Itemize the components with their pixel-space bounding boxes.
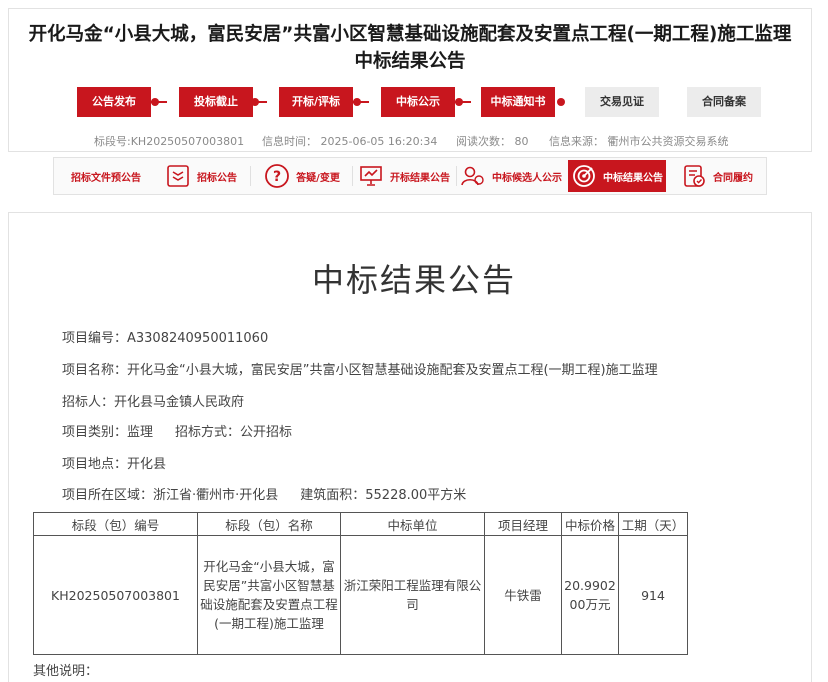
header-card: 开化马金“小县大城，富民安居”共富小区智慧基础设施配套及安置点工程(一期工程)施… — [8, 8, 812, 152]
tab-tender-preview[interactable]: 招标文件预公告 — [58, 158, 154, 194]
tab-divider — [456, 166, 457, 186]
column-header: 项目经理 — [484, 512, 562, 536]
cell-manager: 牛铁雷 — [484, 535, 562, 655]
info-source: 信息来源： 衢州市公共资源交易系统 — [549, 135, 729, 148]
tab-divider — [250, 166, 251, 186]
page-title: 开化马金“小县大城，富民安居”共富小区智慧基础设施配套及安置点工程(一期工程)施… — [9, 21, 811, 75]
table-row: KH20250507003801 开化马金“小县大城，富民安居”共富小区智慧基础… — [33, 535, 688, 655]
page-title-line1: 开化马金“小县大城，富民安居”共富小区智慧基础设施配套及安置点工程(一期工程)施… — [28, 24, 792, 45]
step-award-publicity[interactable]: 中标公示 — [381, 87, 455, 117]
tender-method: 招标方式：公开招标 — [175, 425, 293, 440]
step-award-notice[interactable]: 中标通知书 — [481, 87, 555, 117]
page-title-line2: 中标结果公告 — [354, 51, 466, 72]
step-dot — [455, 98, 463, 106]
view-count: 阅读次数： 80 — [456, 135, 529, 148]
building-area: 建筑面积：55228.00平方米 — [300, 488, 467, 503]
question-icon: ? — [264, 163, 290, 189]
cell-duration: 914 — [618, 535, 688, 655]
table-header-row: 标段（包）编号 标段（包）名称 中标单位 项目经理 中标价格 工期（天） — [33, 512, 688, 536]
tab-contract-performance[interactable]: 合同履约 — [670, 158, 764, 194]
svg-text:?: ? — [273, 169, 281, 185]
target-icon — [571, 163, 597, 189]
column-header: 标段（包）名称 — [197, 512, 341, 536]
step-contract-filing[interactable]: 合同备案 — [687, 87, 761, 117]
tab-label: 合同履约 — [713, 172, 753, 184]
column-header: 中标单位 — [340, 512, 485, 536]
tab-label: 招标公告 — [197, 172, 237, 184]
step-transaction-witness[interactable]: 交易见证 — [585, 87, 659, 117]
step-dot — [151, 98, 159, 106]
cell-price: 20.990200万元 — [561, 535, 619, 655]
step-announcement[interactable]: 公告发布 — [77, 87, 151, 117]
cell-section-number: KH20250507003801 — [33, 535, 198, 655]
step-dot — [557, 98, 565, 106]
candidate-icon — [460, 163, 486, 189]
award-result-table: 标段（包）编号 标段（包）名称 中标单位 项目经理 中标价格 工期（天） KH2… — [33, 512, 688, 655]
tab-divider — [352, 166, 353, 186]
document-title: 中标结果公告 — [311, 261, 516, 299]
tab-label: 中标结果公告 — [603, 172, 663, 184]
tab-tender-notice[interactable]: 招标公告 — [154, 158, 248, 194]
column-header: 标段（包）编号 — [33, 512, 198, 536]
project-category: 项目类别：监理 — [62, 425, 154, 440]
section-number: 标段号:KH20250507003801 — [94, 135, 245, 148]
project-category-row: 项目类别：监理 招标方式：公开招标 — [62, 424, 292, 442]
tab-award-result[interactable]: 中标结果公告 — [568, 160, 666, 192]
presentation-icon — [358, 163, 384, 189]
other-notes: 其他说明： — [33, 664, 99, 679]
project-name: 项目名称：开化马金“小县大城，富民安居”共富小区智慧基础设施配套及安置点工程(一… — [62, 363, 658, 378]
tab-candidate-publicity[interactable]: 中标候选人公示 — [458, 158, 564, 194]
project-region: 项目所在区域：浙江省·衢州市·开化县 — [62, 488, 279, 503]
step-dot — [353, 98, 361, 106]
tab-opening-result[interactable]: 开标结果公告 — [354, 158, 454, 194]
tab-label: 招标文件预公告 — [71, 172, 141, 184]
contract-icon — [681, 163, 707, 189]
cell-section-name: 开化马金“小县大城，富民安居”共富小区智慧基础设施配套及安置点工程(一期工程)施… — [197, 535, 341, 655]
stage-tabbar: 招标文件预公告 招标公告 ? 答疑/变更 开标结果公告 中标候选人公示 中标结果… — [53, 157, 767, 195]
tab-label: 中标候选人公示 — [492, 172, 562, 184]
column-header: 中标价格 — [561, 512, 619, 536]
info-time: 信息时间： 2025-06-05 16:20:34 — [262, 135, 438, 148]
notice-list-icon — [165, 163, 191, 189]
project-region-row: 项目所在区域：浙江省·衢州市·开化县 建筑面积：55228.00平方米 — [62, 487, 466, 505]
progress-steps: 公告发布 投标截止 开标/评标 中标公示 中标通知书 交易见证 合同备案 — [67, 87, 767, 117]
tab-label: 答疑/变更 — [296, 172, 340, 184]
tenderer: 招标人：开化县马金镇人民政府 — [62, 395, 245, 410]
project-number: 项目编号：A3308240950011060 — [62, 331, 269, 346]
tab-label: 开标结果公告 — [390, 172, 450, 184]
tab-qa-change[interactable]: ? 答疑/变更 — [252, 158, 352, 194]
column-header: 工期（天） — [618, 512, 688, 536]
project-location: 项目地点：开化县 — [62, 457, 167, 472]
step-bid-opening[interactable]: 开标/评标 — [279, 87, 353, 117]
step-bid-deadline[interactable]: 投标截止 — [179, 87, 253, 117]
cell-winner: 浙江荣阳工程监理有限公司 — [340, 535, 485, 655]
